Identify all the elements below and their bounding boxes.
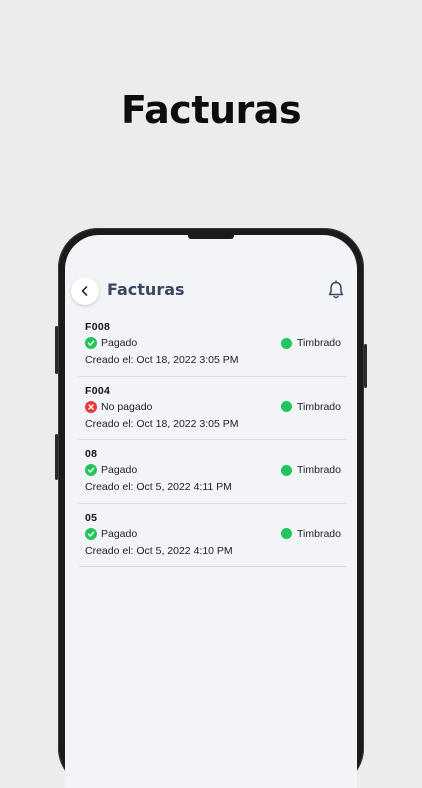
stamp-status: Timbrado — [281, 337, 341, 349]
stamp-status: Timbrado — [281, 401, 341, 413]
payment-status: No pagado — [85, 400, 153, 413]
invoice-id: F004 — [85, 384, 111, 397]
payment-status: Pagado — [85, 337, 137, 349]
green-dot-icon — [281, 464, 293, 476]
invoice-row[interactable]: F008 Pagado Timbrado Creado el: Oct 18, … — [79, 313, 347, 377]
invoice-list: F008 Pagado Timbrado Creado el: Oct 18, … — [65, 313, 357, 567]
stamp-status-label: Timbrado — [297, 400, 341, 413]
green-dot-icon — [281, 337, 293, 349]
payment-status-label: Pagado — [101, 337, 138, 349]
payment-status: Pagado — [85, 527, 138, 540]
green-dot-icon — [281, 528, 293, 539]
created-date: Creado el: Oct 18, 2022 3:05 PM — [85, 417, 239, 430]
payment-status-label: Pagado — [101, 464, 138, 476]
chevron-left-icon — [81, 286, 88, 296]
phone-side-button — [364, 344, 367, 388]
phone-side-button — [55, 326, 58, 374]
check-circle-icon — [85, 464, 97, 476]
phone-side-button — [55, 434, 58, 480]
phone-frame: Facturas F008 Pagado Timbrado Creado el:… — [55, 228, 367, 788]
notifications-button[interactable] — [325, 279, 347, 301]
created-date: Creado el: Oct 18, 2022 3:05 PM — [85, 354, 239, 366]
created-date: Creado el: Oct 5, 2022 4:11 PM — [85, 481, 232, 493]
phone-notch — [188, 235, 234, 239]
invoice-row[interactable]: F004 No pagado Timbrado Creado el: Oct 1… — [79, 377, 347, 440]
check-circle-icon — [85, 527, 97, 540]
x-circle-icon — [85, 400, 97, 413]
check-circle-icon — [85, 337, 97, 349]
stamp-status-label: Timbrado — [297, 464, 341, 476]
stamp-status-label: Timbrado — [297, 527, 341, 540]
back-button[interactable] — [71, 277, 99, 305]
bell-icon — [328, 280, 344, 299]
page-title: Facturas — [107, 280, 185, 299]
top-bar: Facturas — [65, 273, 357, 309]
green-dot-icon — [281, 401, 293, 412]
invoice-id: 05 — [85, 511, 98, 524]
payment-status-label: Pagado — [101, 527, 138, 540]
created-date: Creado el: Oct 5, 2022 4:10 PM — [85, 544, 233, 557]
hero-title: Facturas — [120, 88, 302, 132]
stamp-status-label: Timbrado — [297, 337, 341, 349]
payment-status-label: No pagado — [101, 400, 153, 413]
invoice-row[interactable]: 08 Pagado Timbrado Creado el: Oct 5, 202… — [79, 440, 347, 504]
invoice-id: F008 — [85, 321, 111, 333]
payment-status: Pagado — [85, 464, 137, 476]
invoice-id: 08 — [85, 448, 98, 460]
stamp-status: Timbrado — [281, 464, 341, 476]
app-screen: Facturas F008 Pagado Timbrado Creado el:… — [65, 235, 357, 788]
invoice-row[interactable]: 05 Pagado Timbrado Creado el: Oct 5, 202… — [79, 504, 347, 567]
stamp-status: Timbrado — [281, 528, 341, 540]
